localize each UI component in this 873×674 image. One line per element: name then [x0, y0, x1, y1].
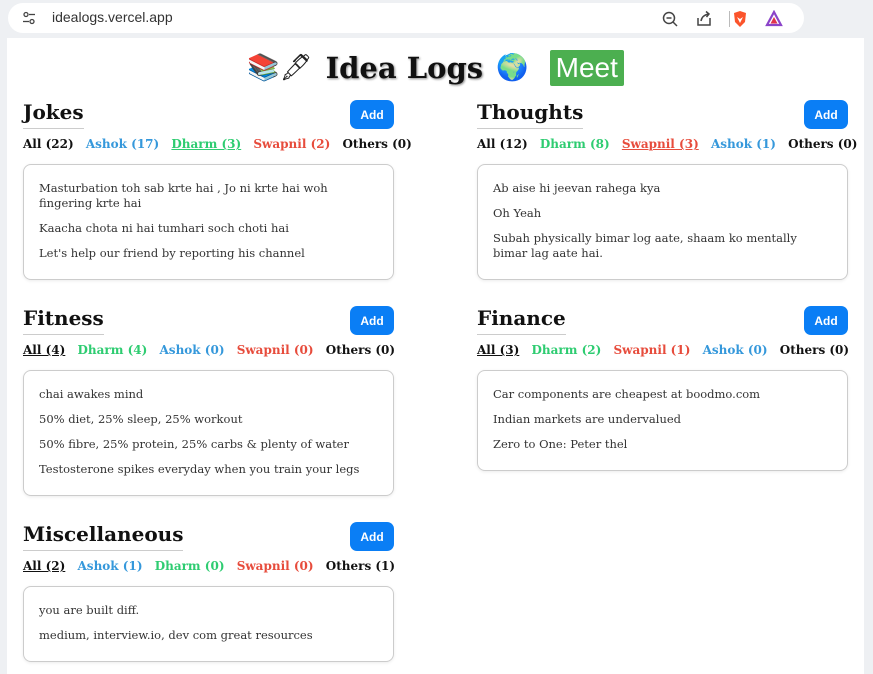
page-content: 📚🖋 Idea Logs 🌍 Meet Jokes Add All (22) A…	[7, 38, 864, 674]
filter-ashok[interactable]: Ashok (17)	[86, 137, 159, 151]
add-button[interactable]: Add	[350, 100, 394, 129]
filter-bar: All (3) Dharm (2) Swapnil (1) Ashok (0) …	[477, 343, 857, 357]
browser-toolbar: idealogs.vercel.app	[0, 0, 873, 36]
entry-item: 50% diet, 25% sleep, 25% workout	[39, 412, 243, 426]
filter-all[interactable]: All (12)	[477, 137, 528, 151]
filter-ashok[interactable]: Ashok (1)	[78, 559, 143, 573]
entry-item: Zero to One: Peter thel	[493, 437, 628, 451]
add-button[interactable]: Add	[804, 306, 848, 335]
entry-item: Kaacha chota ni hai tumhari soch choti h…	[39, 221, 289, 235]
site-settings-icon[interactable]	[22, 11, 36, 25]
filter-ashok[interactable]: Ashok (0)	[703, 343, 768, 357]
zoom-icon[interactable]	[661, 10, 679, 28]
entry-item: Car components are cheapest at boodmo.co…	[493, 387, 761, 401]
entry-item: Masturbation toh sab krte hai , Jo ni kr…	[39, 181, 328, 210]
entries-card: Ab aise hi jeevan rahega kya Oh Yeah Sub…	[477, 164, 848, 280]
filter-others[interactable]: Others (0)	[342, 137, 411, 151]
entry-item: Subah physically bimar log aate, shaam k…	[493, 231, 797, 260]
filter-ashok[interactable]: Ashok (0)	[160, 343, 225, 357]
filter-swapnil[interactable]: Swapnil (0)	[237, 343, 314, 357]
section-fitness: Fitness Add All (4) Dharm (4) Ashok (0) …	[23, 306, 395, 496]
section-title: Jokes	[23, 100, 84, 129]
url-text[interactable]: idealogs.vercel.app	[52, 9, 173, 25]
section-thoughts: Thoughts Add All (12) Dharm (8) Swapnil …	[477, 100, 857, 280]
toolbar-divider	[729, 11, 730, 27]
filter-ashok[interactable]: Ashok (1)	[711, 137, 776, 151]
filter-dharm[interactable]: Dharm (2)	[532, 343, 602, 357]
entry-item: Oh Yeah	[493, 206, 542, 220]
add-button[interactable]: Add	[350, 522, 394, 551]
entry-item: Indian markets are undervalued	[493, 412, 682, 426]
entry-item: Let's help our friend by reporting his c…	[39, 246, 305, 260]
entry-item: 50% fibre, 25% protein, 25% carbs & plen…	[39, 437, 349, 451]
section-title: Fitness	[23, 306, 104, 335]
globe-emoji: 🌍	[496, 53, 529, 83]
section-title: Finance	[477, 306, 566, 335]
entry-item: Testosterone spikes everyday when you tr…	[39, 462, 360, 476]
entry-item: Ab aise hi jeevan rahega kya	[493, 181, 661, 195]
site-title: Idea Logs	[325, 51, 484, 85]
filter-others[interactable]: Others (0)	[788, 137, 857, 151]
entry-item: you are built diff.	[39, 603, 140, 617]
share-icon[interactable]	[695, 10, 713, 28]
filter-dharm[interactable]: Dharm (4)	[78, 343, 148, 357]
filter-swapnil[interactable]: Swapnil (2)	[253, 137, 330, 151]
add-button[interactable]: Add	[804, 100, 848, 129]
site-header: 📚🖋 Idea Logs 🌍 Meet	[7, 50, 864, 90]
filter-dharm[interactable]: Dharm (3)	[171, 137, 241, 151]
section-jokes: Jokes Add All (22) Ashok (17) Dharm (3) …	[23, 100, 412, 280]
filter-all[interactable]: All (4)	[23, 343, 65, 357]
filter-swapnil[interactable]: Swapnil (3)	[622, 137, 699, 151]
filter-all[interactable]: All (2)	[23, 559, 65, 573]
filter-dharm[interactable]: Dharm (0)	[155, 559, 225, 573]
entries-card: you are built diff. medium, interview.io…	[23, 586, 394, 662]
section-title: Thoughts	[477, 100, 584, 129]
add-button[interactable]: Add	[350, 306, 394, 335]
books-pen-emoji: 📚🖋	[247, 53, 313, 83]
filter-swapnil[interactable]: Swapnil (0)	[237, 559, 314, 573]
filter-bar: All (4) Dharm (4) Ashok (0) Swapnil (0) …	[23, 343, 403, 357]
meet-link[interactable]: Meet	[549, 50, 624, 86]
entries-card: Car components are cheapest at boodmo.co…	[477, 370, 848, 471]
filter-others[interactable]: Others (1)	[326, 559, 395, 573]
entry-item: chai awakes mind	[39, 387, 144, 401]
filter-dharm[interactable]: Dharm (8)	[540, 137, 610, 151]
filter-all[interactable]: All (3)	[477, 343, 519, 357]
entries-card: Masturbation toh sab krte hai , Jo ni kr…	[23, 164, 394, 280]
entry-item: medium, interview.io, dev com great reso…	[39, 628, 313, 642]
filter-bar: All (2) Ashok (1) Dharm (0) Swapnil (0) …	[23, 559, 403, 573]
filter-bar: All (22) Ashok (17) Dharm (3) Swapnil (2…	[23, 137, 420, 151]
filter-swapnil[interactable]: Swapnil (1)	[614, 343, 691, 357]
section-finance: Finance Add All (3) Dharm (2) Swapnil (1…	[477, 306, 849, 471]
filter-bar: All (12) Dharm (8) Swapnil (3) Ashok (1)…	[477, 137, 865, 151]
section-miscellaneous: Miscellaneous Add All (2) Ashok (1) Dhar…	[23, 522, 395, 662]
entries-card: chai awakes mind 50% diet, 25% sleep, 25…	[23, 370, 394, 496]
filter-others[interactable]: Others (0)	[780, 343, 849, 357]
filter-others[interactable]: Others (0)	[326, 343, 395, 357]
address-bar[interactable]: idealogs.vercel.app	[8, 3, 804, 33]
brave-shield-icon[interactable]	[731, 10, 749, 28]
section-title: Miscellaneous	[23, 522, 184, 551]
filter-all[interactable]: All (22)	[23, 137, 74, 151]
brave-rewards-icon[interactable]	[765, 10, 783, 28]
